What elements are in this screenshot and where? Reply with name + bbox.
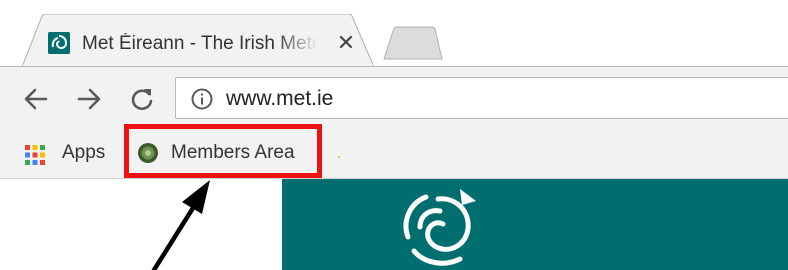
- browser-toolbar: www.met.ie: [0, 66, 788, 131]
- met-eireann-swirl-icon: [48, 32, 70, 54]
- tab-title: Met Éireann - The Irish Meteorological S…: [82, 33, 318, 54]
- new-tab-icon[interactable]: [380, 26, 446, 60]
- forward-arrow-icon[interactable]: [75, 85, 103, 113]
- bookmark-apps-label: Apps: [62, 142, 106, 163]
- bookmarks-bar: Apps Members Area: [0, 130, 788, 179]
- back-arrow-icon[interactable]: [22, 85, 50, 113]
- browser-screenshot: Met Éireann - The Irish Meteorological S…: [0, 0, 788, 270]
- tab-met-eireann[interactable]: Met Éireann - The Irish Meteorological S…: [22, 14, 374, 67]
- bookmark-separator-dot: [338, 156, 340, 158]
- apps-grid-icon: [25, 145, 45, 165]
- reload-icon[interactable]: [128, 85, 156, 113]
- url-text: www.met.ie: [226, 87, 334, 110]
- page-header-banner: [282, 179, 788, 270]
- info-icon[interactable]: [190, 87, 214, 111]
- met-eireann-logo-icon: [403, 189, 476, 266]
- tab-strip: Met Éireann - The Irish Meteorological S…: [0, 0, 788, 67]
- address-bar[interactable]: www.met.ie: [175, 77, 788, 119]
- close-icon[interactable]: ✕: [334, 31, 358, 55]
- arrow-annotation: [151, 180, 210, 270]
- highlight-box-annotation: [124, 124, 322, 178]
